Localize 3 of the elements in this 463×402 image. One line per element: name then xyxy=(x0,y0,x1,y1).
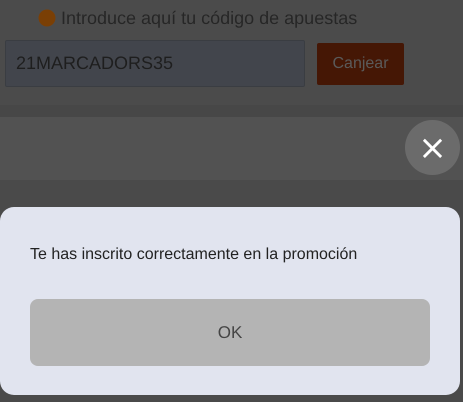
dialog-message: Te has inscrito correctamente en la promoción xyxy=(30,245,358,265)
coin-icon xyxy=(38,9,56,27)
ok-button[interactable]: OK xyxy=(30,299,430,366)
